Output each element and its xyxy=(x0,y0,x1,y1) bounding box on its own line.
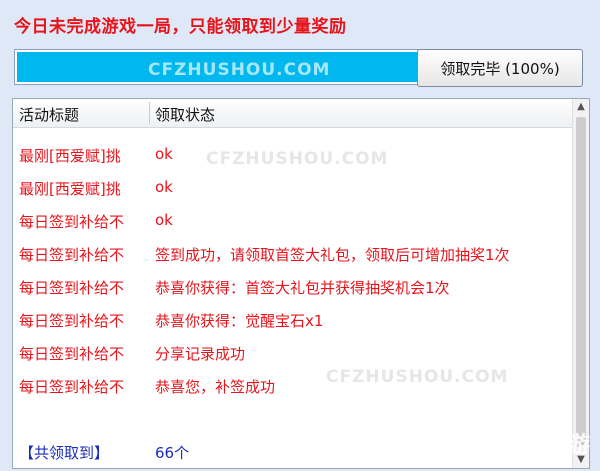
row-status: 恭喜你获得：首签大礼包并获得抽奖机会1次 xyxy=(155,279,450,297)
progress-fill xyxy=(17,52,417,82)
table-row[interactable]: 每日签到补给不 签到成功，请领取首签大礼包，领取后可增加抽奖1次 xyxy=(13,238,573,271)
row-title: 最刚[西爱赋]挑 xyxy=(19,147,121,165)
row-title: 每日签到补给不 xyxy=(19,279,125,297)
row-title: 每日签到补给不 xyxy=(19,378,125,396)
row-title: 每日签到补给不 xyxy=(19,213,125,231)
summary-value: 66个 xyxy=(155,444,190,462)
vertical-scrollbar[interactable]: ▲ ▼ xyxy=(572,99,589,468)
table-row[interactable]: 最刚[西爱赋]挑 ok xyxy=(13,172,573,205)
scroll-up-arrow-icon[interactable]: ▲ xyxy=(573,99,589,115)
progress-bar xyxy=(14,49,420,85)
scroll-down-arrow-icon[interactable]: ▼ xyxy=(573,452,589,468)
list-header: 活动标题 领取状态 xyxy=(13,99,573,128)
summary-label: 【共领取到】 xyxy=(19,444,110,462)
summary-row[interactable]: 【共领取到】 66个 xyxy=(13,436,573,469)
notice-text: 今日未完成游戏一局，只能领取到少量奖励 xyxy=(14,17,347,37)
table-row[interactable]: 最刚[西爱赋]挑 ok xyxy=(13,139,573,172)
column-divider xyxy=(149,102,150,124)
table-row[interactable]: 每日签到补给不 恭喜你获得：觉醒宝石x1 xyxy=(13,304,573,337)
column-header-title[interactable]: 活动标题 xyxy=(19,104,79,125)
row-title: 每日签到补给不 xyxy=(19,312,125,330)
scroll-thumb[interactable] xyxy=(576,117,586,447)
row-status: ok xyxy=(155,145,173,163)
table-row[interactable]: 每日签到补给不 ok xyxy=(13,205,573,238)
row-title: 每日签到补给不 xyxy=(19,345,125,363)
table-row[interactable]: 每日签到补给不 恭喜您，补签成功 xyxy=(13,370,573,403)
row-title: 最刚[西爱赋]挑 xyxy=(19,180,121,198)
column-header-status[interactable]: 领取状态 xyxy=(155,104,215,125)
row-status: 恭喜您，补签成功 xyxy=(155,378,276,396)
table-row[interactable]: 每日签到补给不 分享记录成功 xyxy=(13,337,573,370)
activity-list[interactable]: 活动标题 领取状态 最刚[西爱赋]挑 ok 最刚[西爱赋]挑 ok 每日签到补给… xyxy=(12,98,590,469)
row-status: ok xyxy=(155,178,173,196)
row-title: 每日签到补给不 xyxy=(19,246,125,264)
row-status: 签到成功，请领取首签大礼包，领取后可增加抽奖1次 xyxy=(155,246,510,264)
row-status: 分享记录成功 xyxy=(155,345,246,363)
table-row[interactable]: 每日签到补给不 恭喜你获得：首签大礼包并获得抽奖机会1次 xyxy=(13,271,573,304)
claim-complete-button[interactable]: 领取完毕 (100%) xyxy=(417,49,583,87)
row-status: ok xyxy=(155,211,173,229)
row-status: 恭喜你获得：觉醒宝石x1 xyxy=(155,312,324,330)
